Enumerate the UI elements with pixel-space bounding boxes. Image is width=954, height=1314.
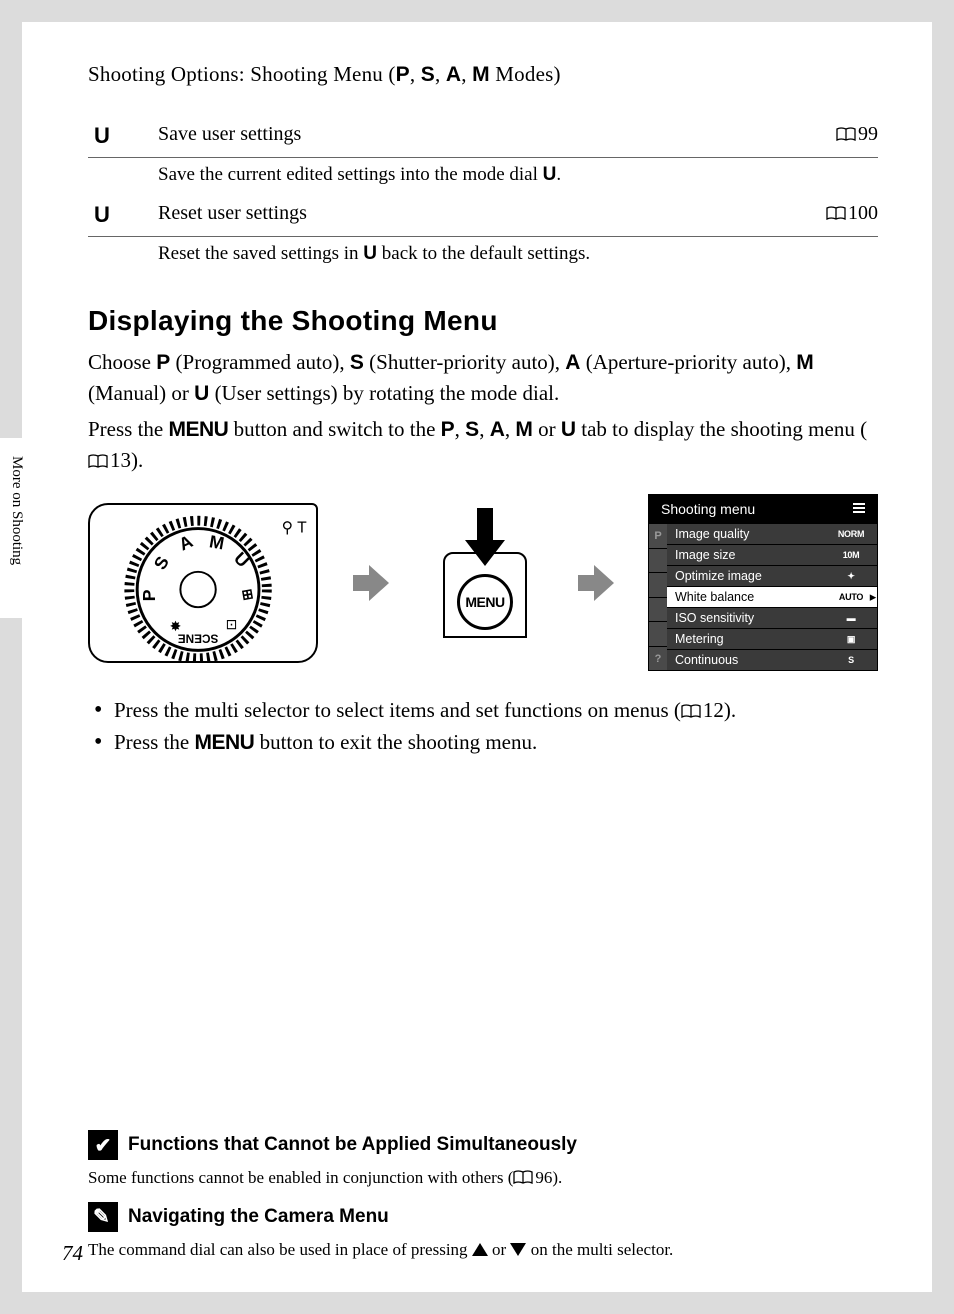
setting-row-reset: U Reset user settings 100 [88,196,878,237]
mode-dial-illustration: ⚲ T P S A M U ⊞ SCENE ✸ ⊡ [88,503,318,663]
menu-bars-icon [853,501,865,517]
svg-text:P: P [139,589,159,601]
page-content: Shooting Options: Shooting Menu (P, S, A… [22,22,932,1292]
diagram-row: ⚲ T P S A M U ⊞ SCENE ✸ ⊡ M [88,498,878,668]
lcd-menu-row: White balanceAUTO▸ [667,586,877,607]
shooting-menu-screen: Shooting menu P ? Image qualityNORMImage… [648,494,878,671]
down-triangle-icon [510,1243,526,1256]
book-icon [681,704,701,719]
svg-text:SCENE: SCENE [178,631,219,644]
lcd-menu-row: ContinuousS [667,649,877,670]
footnotes: ✔ Functions that Cannot be Applied Simul… [88,1118,878,1262]
menu-button-illustration: MENU [423,518,543,648]
footnote-heading-2: Navigating the Camera Menu [88,1202,878,1232]
bullet-item: Press the MENU button to exit the shooti… [92,726,878,760]
svg-text:⊡: ⊡ [226,617,238,632]
svg-text:⚲ T: ⚲ T [282,519,308,536]
bullet-list: Press the multi selector to select items… [92,694,878,760]
book-icon [826,206,846,221]
pencil-box-icon [88,1202,118,1232]
sidebar-tab: More on Shooting [0,438,28,618]
lcd-menu-row: Image size10M [667,544,877,565]
check-box-icon: ✔ [88,1130,118,1160]
footnote-text-2: The command dial can also be used in pla… [88,1238,878,1262]
setting-row-save: U Save user settings 99 [88,117,878,158]
page-header: Shooting Options: Shooting Menu (P, S, A… [88,62,878,87]
lcd-menu-row: Image qualityNORM [667,523,877,544]
lcd-menu-row: ISO sensitivity▬ [667,607,877,628]
book-icon [88,454,108,469]
arrow-right-icon [351,563,391,603]
book-icon [513,1170,533,1185]
page-number: 74 [62,1241,83,1266]
paragraph-2: Press the MENU button and switch to the … [88,414,878,476]
up-triangle-icon [472,1243,488,1256]
footnote-heading-1: ✔ Functions that Cannot be Applied Simul… [88,1130,878,1160]
lcd-menu-row: Optimize image✦ [667,565,877,586]
book-icon [836,127,856,142]
lcd-menu-row: Metering▣ [667,628,877,649]
footnote-text-1: Some functions cannot be enabled in conj… [88,1166,878,1190]
svg-text:✸: ✸ [170,619,182,634]
paragraph-1: Choose P (Programmed auto), S (Shutter-p… [88,347,878,410]
bullet-item: Press the multi selector to select items… [92,694,878,727]
settings-table: U Save user settings 99 Save the current… [88,117,878,275]
arrow-right-icon [576,563,616,603]
section-heading: Displaying the Shooting Menu [88,305,878,337]
